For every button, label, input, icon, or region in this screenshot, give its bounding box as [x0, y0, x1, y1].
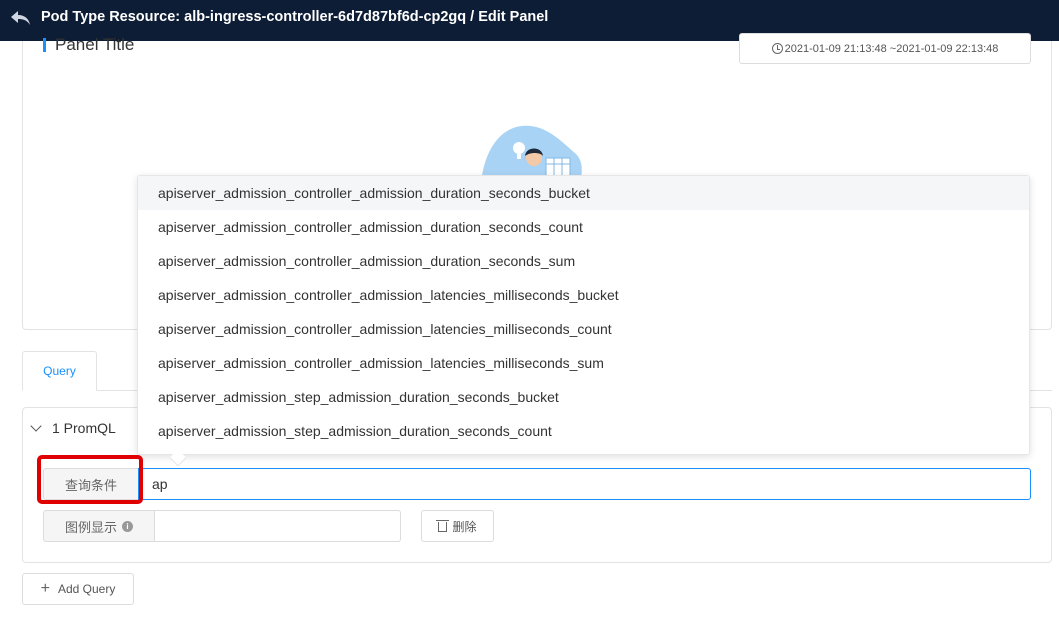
autocomplete-option[interactable]: apiserver_admission_controller_admission… — [138, 244, 1029, 278]
add-query-label: Add Query — [57, 582, 116, 596]
clock-icon — [771, 43, 783, 54]
trash-icon — [436, 520, 450, 532]
add-query-button[interactable]: + Add Query — [22, 573, 134, 605]
page-title: Pod Type Resource: alb-ingress-controlle… — [41, 9, 549, 25]
autocomplete-option[interactable]: apiserver_admission_controller_admission… — [138, 346, 1029, 380]
panel-title: Panel Title — [55, 35, 135, 54]
promql-collapse-header[interactable]: 1 PromQL — [30, 420, 116, 436]
legend-input[interactable] — [154, 510, 401, 542]
legend-display-label: 图例显示 i — [43, 510, 155, 542]
highlight-box — [37, 455, 143, 504]
time-range-picker[interactable]: 2021-01-09 21:13:48 ~2021-01-09 22:13:48 — [739, 33, 1031, 64]
autocomplete-option[interactable]: apiserver_admission_controller_admission… — [138, 210, 1029, 244]
tab-query[interactable]: Query — [22, 351, 97, 391]
delete-label: 删除 — [452, 519, 477, 534]
promql-header-label: 1 PromQL — [52, 420, 116, 436]
promql-query-input[interactable] — [138, 468, 1031, 500]
autocomplete-option[interactable]: apiserver_admission_controller_admission… — [138, 278, 1029, 312]
autocomplete-option[interactable]: apiserver_admission_controller_admission… — [138, 176, 1029, 210]
autocomplete-option[interactable]: apiserver_admission_step_admission_durat… — [138, 380, 1029, 414]
info-icon[interactable]: i — [122, 520, 133, 532]
chevron-down-icon — [30, 420, 42, 432]
autocomplete-option[interactable]: apiserver_admission_step_admission_durat… — [138, 414, 1029, 448]
autocomplete-dropdown: apiserver_admission_controller_admission… — [137, 175, 1030, 455]
plus-icon: + — [40, 580, 50, 597]
legend-display-text: 图例显示 — [64, 519, 117, 535]
panel-title-accent — [43, 38, 46, 52]
delete-button[interactable]: 删除 — [421, 510, 494, 542]
autocomplete-option[interactable]: apiserver_admission_controller_admission… — [138, 312, 1029, 346]
time-range-text: 2021-01-09 21:13:48 ~2021-01-09 22:13:48 — [784, 42, 999, 55]
back-arrow-icon[interactable] — [9, 9, 31, 27]
